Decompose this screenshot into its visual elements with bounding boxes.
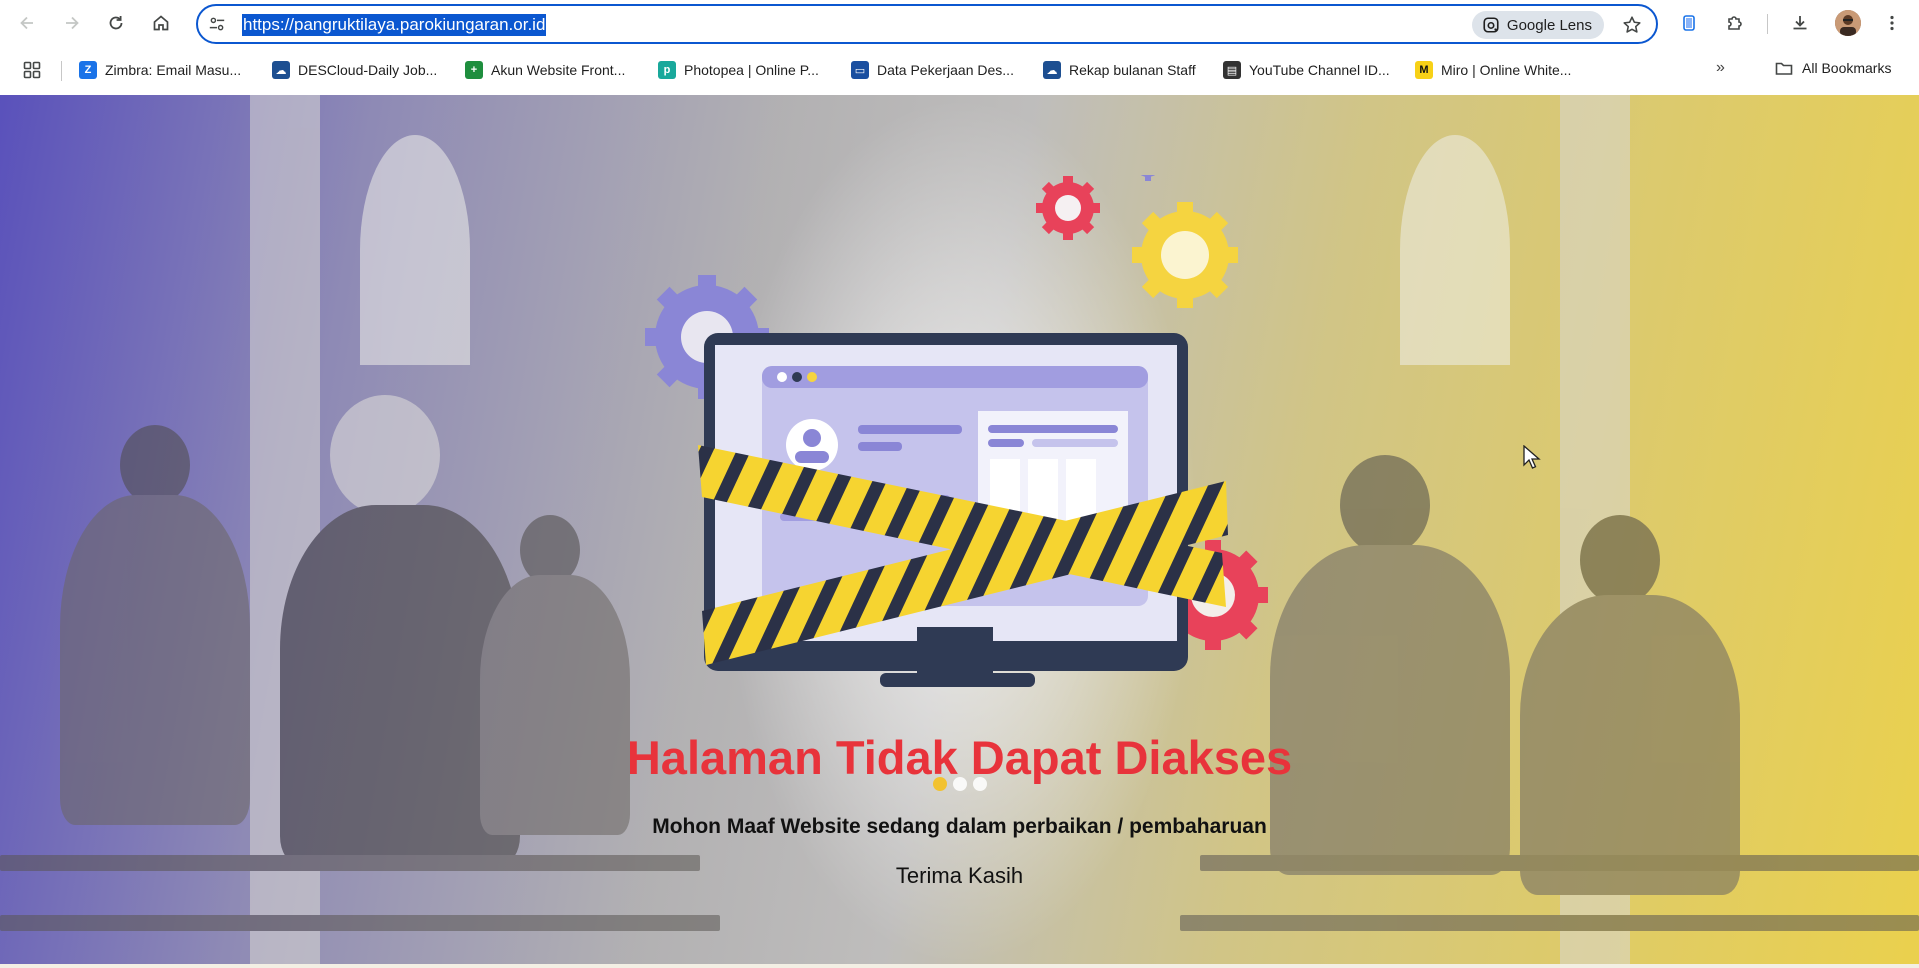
bookmark-label: Data Pekerjaan Des...	[877, 62, 1014, 78]
all-bookmarks-button[interactable]: All Bookmarks	[1774, 58, 1891, 78]
extensions-button[interactable]	[1718, 6, 1752, 40]
apps-grid-icon[interactable]	[22, 60, 42, 80]
page-bottom-edge	[0, 964, 1919, 968]
bookmarks-bar: Z Zimbra: Email Masu... ☁ DESCloud-Daily…	[0, 50, 1919, 90]
folder-favicon-icon: ▭	[851, 61, 869, 79]
google-lens-icon	[1483, 17, 1499, 33]
bookmark-descloud[interactable]: ☁ DESCloud-Daily Job...	[272, 58, 437, 82]
sheets-favicon-icon: +	[465, 61, 483, 79]
home-button[interactable]	[144, 6, 178, 40]
toolbar-divider	[1767, 14, 1768, 34]
yellow-gear-icon	[1132, 202, 1238, 308]
maintenance-message: Mohon Maaf Website sedang dalam perbaika…	[652, 815, 1267, 838]
extensions-icon	[1728, 16, 1742, 30]
downloads-icon	[1793, 16, 1807, 30]
bookmark-data-pekerjaan[interactable]: ▭ Data Pekerjaan Des...	[851, 58, 1014, 82]
miro-favicon-icon: M	[1415, 61, 1433, 79]
bookmark-star-icon[interactable]	[1620, 13, 1644, 37]
bookmark-rekap-bulanan[interactable]: ☁ Rekap bulanan Staff	[1043, 58, 1196, 82]
more-menu-icon	[1890, 15, 1894, 31]
back-button[interactable]	[10, 6, 44, 40]
url-text[interactable]: https://pangruktilaya.parokiungaran.or.i…	[242, 14, 547, 36]
red-gear-icon	[1036, 176, 1100, 240]
bookmark-label: Rekap bulanan Staff	[1069, 62, 1196, 78]
more-menu-button[interactable]	[1875, 6, 1909, 40]
forward-button[interactable]	[55, 6, 89, 40]
bookmark-akun-website[interactable]: + Akun Website Front...	[465, 58, 625, 82]
loading-dots	[933, 777, 987, 791]
address-bar[interactable]: https://pangruktilaya.parokiungaran.or.i…	[196, 4, 1658, 44]
site-info-icon[interactable]	[206, 14, 228, 34]
bookmark-label: YouTube Channel ID...	[1249, 62, 1390, 78]
cloud-favicon-icon: ☁	[272, 61, 290, 79]
forward-icon	[66, 16, 79, 30]
dot-active	[933, 777, 947, 791]
bookmark-miro[interactable]: M Miro | Online White...	[1415, 58, 1571, 82]
dot	[953, 777, 967, 791]
small-purple-gear-icon	[1140, 175, 1156, 181]
reload-icon	[109, 16, 123, 30]
photopea-favicon-icon: p	[658, 61, 676, 79]
bookmark-label: Photopea | Online P...	[684, 62, 819, 78]
tab-search-button[interactable]	[1672, 6, 1706, 40]
bookmark-zimbra[interactable]: Z Zimbra: Email Masu...	[79, 58, 241, 82]
bookmarks-overflow-chevron-icon[interactable]: »	[1716, 59, 1725, 77]
bookmark-label: DESCloud-Daily Job...	[298, 62, 438, 78]
mouse-cursor-icon	[1523, 445, 1541, 469]
thanks-text: Terima Kasih	[895, 863, 1024, 888]
profile-avatar[interactable]	[1835, 10, 1861, 36]
bookmark-youtube-channel[interactable]: ▤ YouTube Channel ID...	[1223, 58, 1390, 82]
chat-favicon-icon: ▤	[1223, 61, 1241, 79]
zimbra-favicon-icon: Z	[79, 61, 97, 79]
browser-toolbar: https://pangruktilaya.parokiungaran.or.i…	[0, 0, 1919, 47]
all-bookmarks-label: All Bookmarks	[1802, 60, 1892, 76]
back-icon	[20, 16, 33, 30]
bookmark-label: Zimbra: Email Masu...	[105, 62, 242, 78]
folder-icon	[1775, 62, 1793, 75]
reload-button[interactable]	[99, 6, 133, 40]
bookmark-label: Miro | Online White...	[1441, 62, 1572, 78]
cloud-favicon-icon: ☁	[1043, 61, 1061, 79]
bookmark-label: Akun Website Front...	[491, 62, 626, 78]
tab-search-icon	[1683, 15, 1695, 31]
bookmark-photopea[interactable]: p Photopea | Online P...	[658, 58, 819, 82]
home-icon	[153, 15, 169, 31]
google-lens-label: Google Lens	[1506, 16, 1592, 34]
maintenance-page: Halaman Tidak Dapat Diakses Mohon Maaf W…	[0, 95, 1919, 968]
downloads-button[interactable]	[1783, 6, 1817, 40]
google-lens-button[interactable]: Google Lens	[1471, 11, 1604, 39]
under-maintenance-illustration	[645, 175, 1268, 687]
dot	[973, 777, 987, 791]
bookmarks-divider	[61, 61, 62, 81]
